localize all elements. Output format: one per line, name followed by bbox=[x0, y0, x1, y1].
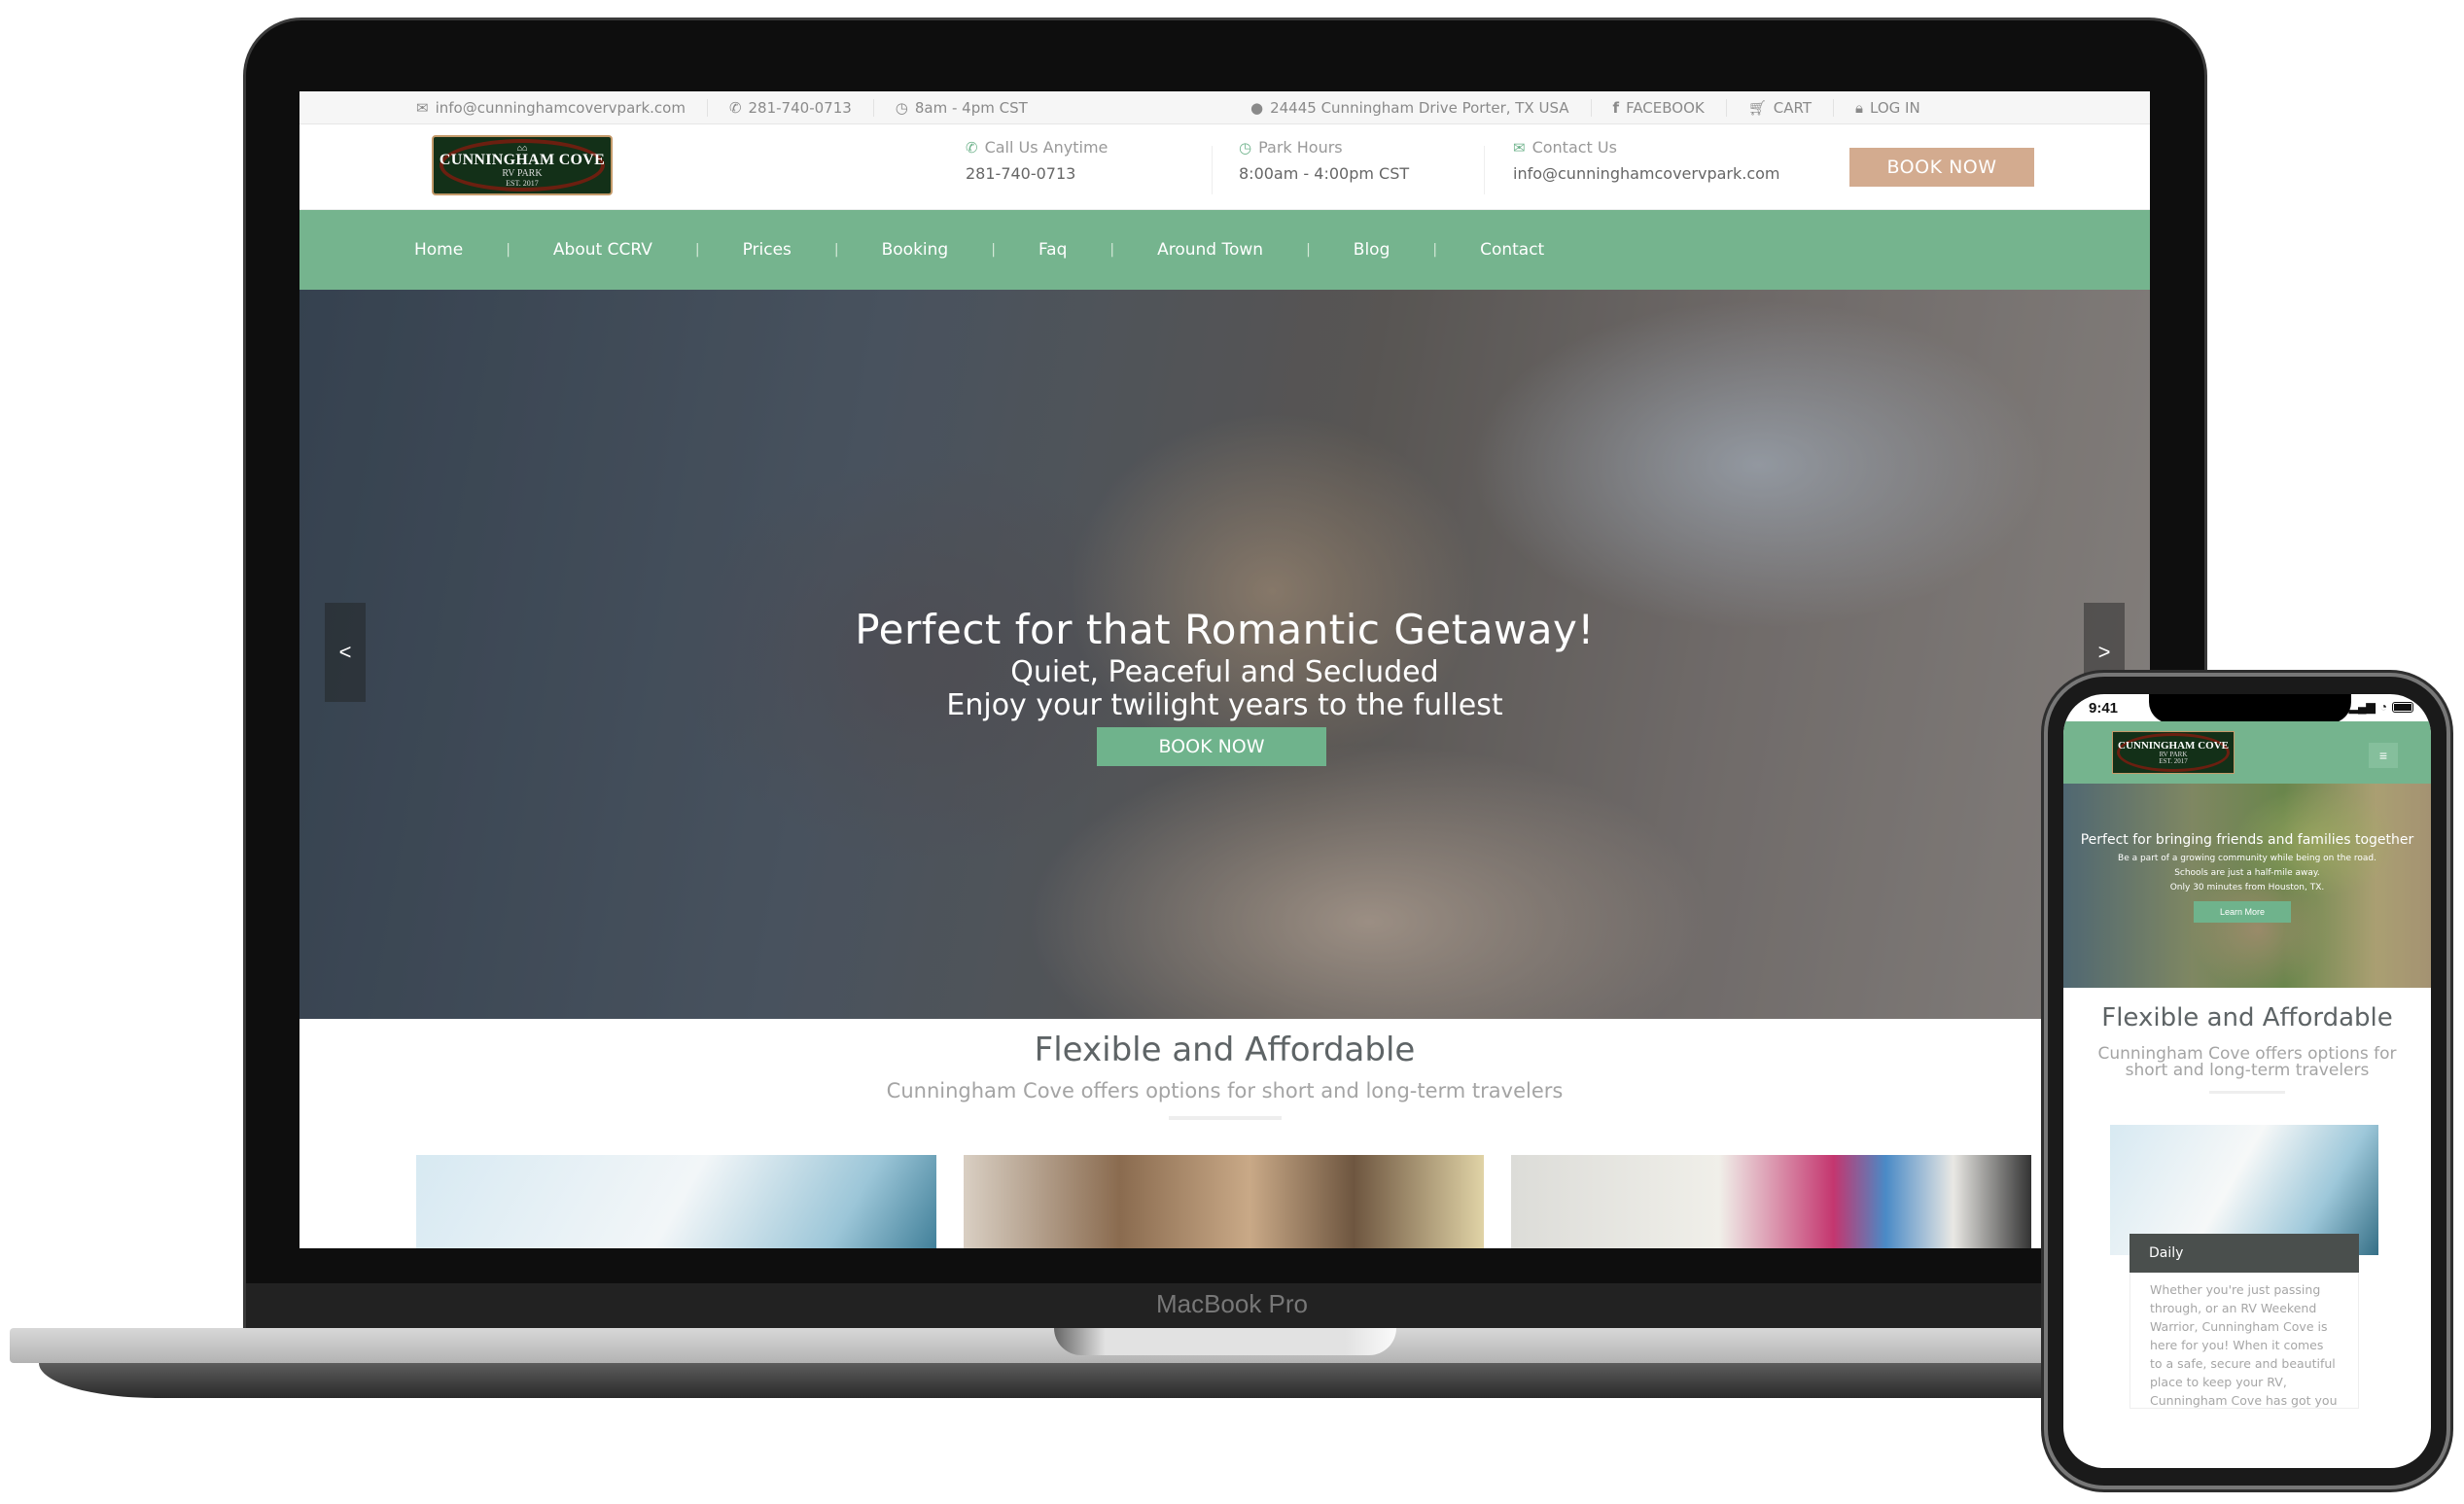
header-hours-value: 8:00am - 4:00pm CST bbox=[1239, 164, 1410, 183]
divider bbox=[1725, 98, 1727, 117]
nav-separator: | bbox=[833, 242, 839, 258]
header-phone-number[interactable]: 281-740-0713 bbox=[966, 164, 1108, 183]
divider bbox=[1833, 98, 1835, 117]
logo-title: CUNNINGHAM COVE bbox=[439, 151, 606, 168]
signal-icon: ▂▄▆ bbox=[2348, 700, 2376, 714]
nav-around-town[interactable]: Around Town bbox=[1157, 240, 1263, 260]
card-image-daily[interactable] bbox=[416, 1155, 936, 1248]
card-image-monthly[interactable] bbox=[1511, 1155, 2031, 1248]
mobile-features-section: Flexible and Affordable Cunningham Cove … bbox=[2063, 988, 2431, 1094]
topbar-right: ● 24445 Cunningham Drive Porter, TX USA f… bbox=[1250, 98, 1920, 117]
hero-line: Be a part of a growing community while b… bbox=[2118, 854, 2376, 863]
header-hours: ◷ Park Hours 8:00am - 4:00pm CST bbox=[1239, 138, 1410, 183]
top-info-bar: ✉ info@cunninghamcovervpark.com ✆ 281-740-… bbox=[299, 91, 2150, 124]
card-description: Whether you're just passing through, or … bbox=[2130, 1273, 2359, 1409]
device-mockup: MacBook Pro ✉ info@cunninghamcovervpark.c… bbox=[0, 0, 2464, 1504]
nav-blog[interactable]: Blog bbox=[1354, 240, 1390, 260]
pricing-cards bbox=[416, 1155, 2031, 1248]
card-image-weekly[interactable] bbox=[964, 1155, 1484, 1248]
divider bbox=[1484, 146, 1485, 194]
nav-contact[interactable]: Contact bbox=[1480, 240, 1544, 260]
wifi-icon: ◔ bbox=[2379, 700, 2387, 714]
features-section: Flexible and Affordable Cunningham Cove … bbox=[299, 1019, 2150, 1120]
divider bbox=[1590, 98, 1592, 117]
nav-booking[interactable]: Booking bbox=[882, 240, 949, 260]
topbar-address: ● 24445 Cunningham Drive Porter, TX USA bbox=[1250, 98, 1569, 117]
logo-established: EST. 2017 bbox=[506, 178, 539, 188]
envelope-icon: ✉ bbox=[1513, 138, 1526, 157]
cart-link[interactable]: 🛒︎ CART bbox=[1748, 99, 1812, 117]
house-icon: ⌂⌂ bbox=[516, 142, 528, 153]
hero-slider: < > Perfect for that Romantic Getaway! Q… bbox=[299, 290, 2150, 1019]
divider bbox=[706, 98, 708, 117]
status-time: 9:41 bbox=[2089, 700, 2119, 717]
mobile-hero-text: Be a part of a growing community while b… bbox=[2063, 852, 2431, 895]
nav-separator: | bbox=[1306, 242, 1311, 258]
logo-established: EST. 2017 bbox=[2159, 757, 2188, 765]
divider bbox=[1212, 146, 1213, 194]
section-title: Flexible and Affordable bbox=[1034, 1031, 1416, 1069]
nav-separator: | bbox=[1432, 242, 1438, 258]
section-divider bbox=[2209, 1091, 2285, 1094]
nav-faq[interactable]: Faq bbox=[1038, 240, 1067, 260]
login-link[interactable]: 🔒︎ LOG IN bbox=[1855, 99, 1920, 117]
facebook-icon: f bbox=[1612, 98, 1620, 117]
facebook-link[interactable]: f FACEBOOK bbox=[1613, 99, 1705, 117]
topbar-hours: ◷ 8am - 4pm CST bbox=[895, 98, 1028, 117]
section-divider bbox=[1168, 1116, 1282, 1120]
nav-separator: | bbox=[1109, 242, 1115, 258]
divider bbox=[872, 98, 874, 117]
phone-icon: ✆ bbox=[966, 138, 978, 157]
clock-icon: ◷ bbox=[895, 98, 908, 117]
status-icons: ▂▄▆ ◔ bbox=[2349, 700, 2413, 714]
nav-separator: | bbox=[991, 242, 996, 258]
header-contact: ✉ Contact Us info@cunninghamcovervpark.co… bbox=[1513, 138, 1780, 183]
site-logo[interactable]: ⌂⌂ CUNNINGHAM COVE RV PARK EST. 2017 bbox=[432, 135, 613, 195]
lock-icon: 🔒︎ bbox=[1855, 98, 1864, 117]
hero-title: Perfect for that Romantic Getaway! bbox=[855, 606, 1595, 653]
hero-book-now-button[interactable]: BOOK NOW bbox=[1097, 727, 1326, 766]
mobile-section-subtitle: Cunningham Cove offers options for short… bbox=[2097, 1044, 2397, 1080]
mobile-header: CUNNINGHAM COVE RV PARK EST. 2017 ≡ bbox=[2063, 721, 2431, 784]
topbar-phone[interactable]: ✆ 281-740-0713 bbox=[729, 99, 852, 117]
topbar-email[interactable]: ✉ info@cunninghamcovervpark.com bbox=[416, 99, 686, 117]
header-email[interactable]: info@cunninghamcovervpark.com bbox=[1513, 164, 1780, 183]
hero-subtitle: Quiet, Peaceful and Secluded bbox=[1010, 655, 1439, 689]
mobile-card-daily[interactable]: Daily bbox=[2110, 1125, 2378, 1273]
desktop-website: ✉ info@cunninghamcovervpark.com ✆ 281-740-… bbox=[299, 91, 2150, 1248]
laptop-opening-notch bbox=[1054, 1328, 1396, 1355]
mobile-hero: Perfect for bringing friends and familie… bbox=[2063, 784, 2431, 988]
laptop-base-bottom bbox=[39, 1363, 2314, 1398]
cart-icon: 🛒︎ bbox=[1747, 98, 1767, 117]
mobile-logo[interactable]: CUNNINGHAM COVE RV PARK EST. 2017 bbox=[2112, 731, 2235, 774]
envelope-icon: ✉ bbox=[416, 98, 429, 117]
learn-more-button[interactable]: Learn More bbox=[2194, 901, 2291, 923]
hero-image bbox=[299, 290, 2150, 1019]
nav-about[interactable]: About CCRV bbox=[553, 240, 652, 260]
nav-separator: | bbox=[506, 242, 510, 258]
menu-icon: ≡ bbox=[2378, 748, 2388, 763]
header-book-now-button[interactable]: BOOK NOW bbox=[1849, 148, 2034, 187]
header-call: ✆ Call Us Anytime 281-740-0713 bbox=[966, 138, 1109, 183]
hero-tagline: Enjoy your twilight years to the fullest bbox=[946, 688, 1503, 722]
nav-home[interactable]: Home bbox=[414, 240, 463, 260]
battery-icon bbox=[2392, 701, 2413, 713]
site-header: ⌂⌂ CUNNINGHAM COVE RV PARK EST. 2017 ✆ Ca… bbox=[299, 124, 2150, 210]
main-nav: Home | About CCRV | Prices | Booking | Faq | … bbox=[299, 210, 2150, 290]
clock-icon: ◷ bbox=[1239, 138, 1252, 157]
card-label: Daily bbox=[2130, 1234, 2359, 1273]
nav-separator: | bbox=[694, 242, 700, 258]
nav-prices[interactable]: Prices bbox=[743, 240, 792, 260]
section-subtitle: Cunningham Cove offers options for short… bbox=[886, 1079, 1564, 1102]
phone-icon: ✆ bbox=[728, 98, 742, 117]
hero-line: Only 30 minutes from Houston, TX. bbox=[2169, 883, 2325, 892]
mobile-hero-title: Perfect for bringing friends and familie… bbox=[2080, 832, 2414, 848]
mobile-section-title: Flexible and Affordable bbox=[2101, 1003, 2393, 1032]
mobile-website: 9:41 ▂▄▆ ◔ CUNNINGHAM COVE RV PARK EST. … bbox=[2063, 694, 2431, 1468]
hero-line: Schools are just a half-mile away. bbox=[2174, 868, 2320, 878]
phone-notch bbox=[2149, 694, 2351, 723]
hamburger-menu-button[interactable]: ≡ bbox=[2369, 743, 2398, 768]
globe-icon: ● bbox=[1250, 98, 1264, 117]
logo-subtitle: RV PARK bbox=[502, 167, 543, 179]
